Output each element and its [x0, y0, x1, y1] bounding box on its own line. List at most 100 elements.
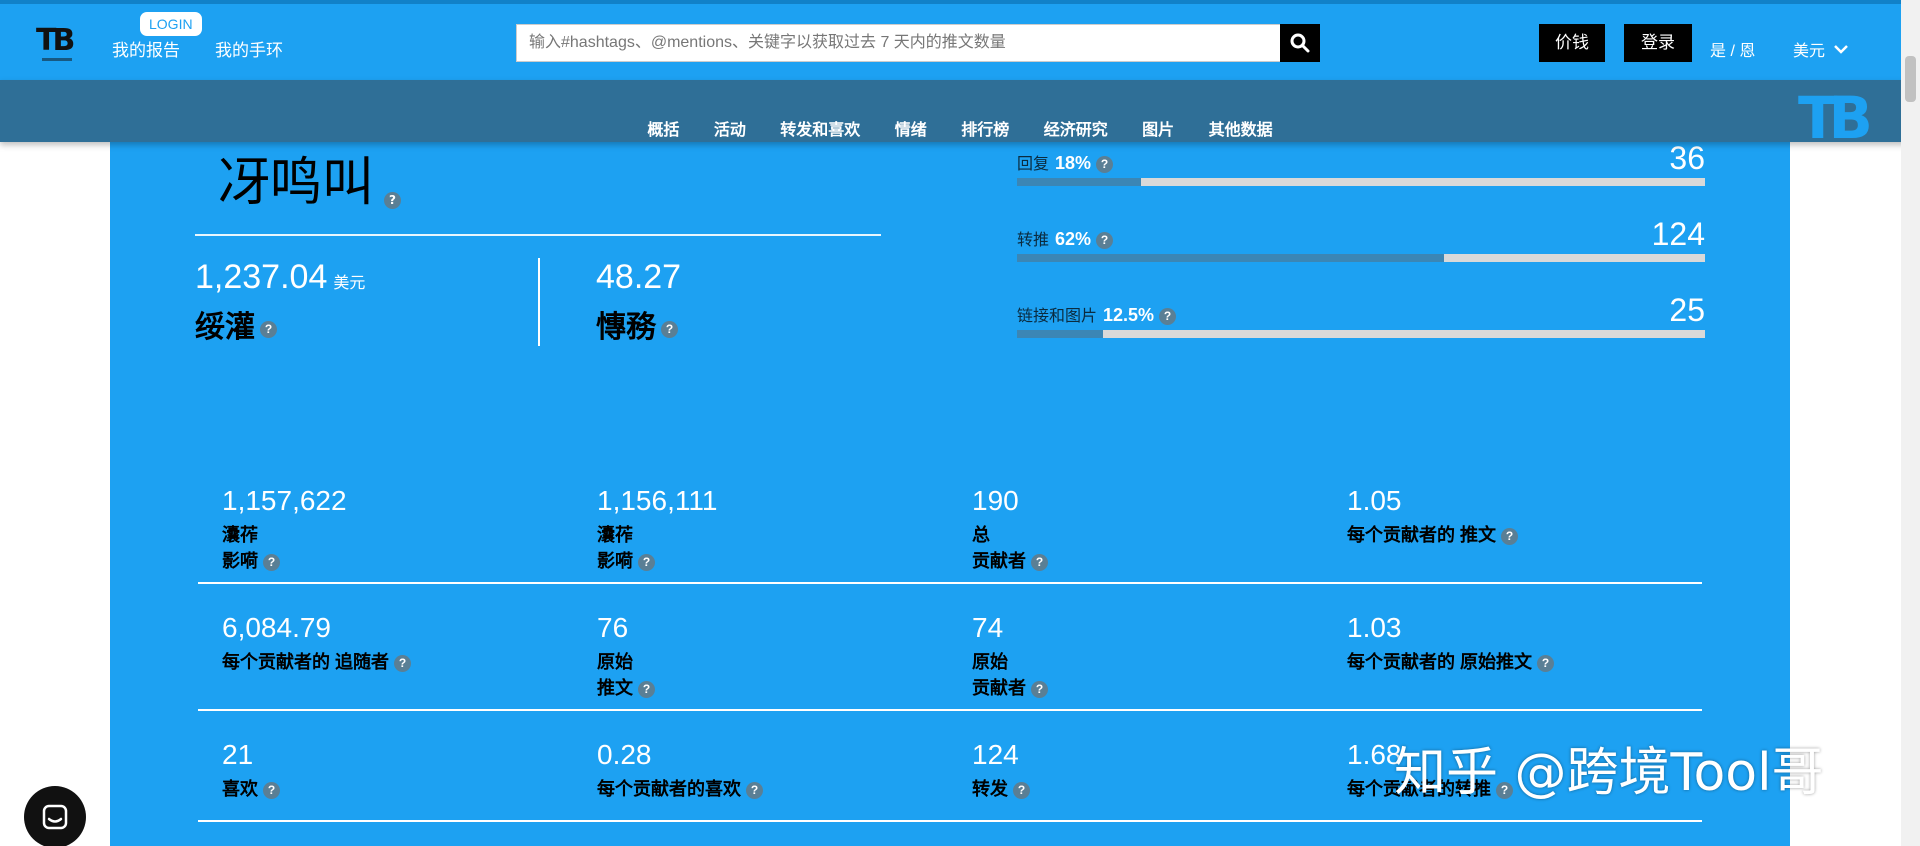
- stat-label: 灢莋 影嗬?: [222, 521, 598, 573]
- stat-value: 124: [972, 739, 1019, 770]
- value-metric-2-label: 慱務?: [596, 302, 678, 346]
- summary-title-text: 冴鸣叫: [218, 153, 375, 213]
- stat-label-text: 灢莋 影嗬: [597, 525, 633, 571]
- stat-value: 74: [972, 612, 1004, 643]
- stat-label: 转发?: [972, 775, 1348, 801]
- vertical-divider: [538, 258, 540, 346]
- question-icon[interactable]: ?: [263, 553, 280, 571]
- watermark: 知乎 @跨境Tool哥: [1394, 743, 1824, 803]
- grid-divider: [198, 582, 1702, 584]
- nav-item-leaderboard[interactable]: 排行榜: [961, 116, 1009, 140]
- search-button[interactable]: [1280, 24, 1320, 62]
- nav-item-retweets-likes[interactable]: 转发和喜欢: [780, 116, 860, 140]
- progress-label: 回复 18%?: [1017, 150, 1114, 174]
- stat-value: 76: [597, 612, 629, 643]
- progress-bar: [1017, 254, 1705, 262]
- progress-label: 链接和图片 12.5%?: [1017, 302, 1177, 326]
- chat-button[interactable]: [24, 786, 86, 846]
- stat-cell: 21 喜欢?: [222, 739, 598, 801]
- stat-value: 190: [972, 485, 1019, 516]
- question-icon[interactable]: ?: [638, 553, 655, 571]
- stat-cell: 190 总 贡献者?: [972, 485, 1348, 573]
- chat-icon: [42, 804, 68, 830]
- stat-value: 1.05: [1347, 485, 1402, 516]
- login-badge[interactable]: LOGIN: [140, 12, 202, 36]
- stat-label: 原始 推文?: [597, 648, 973, 700]
- stat-cell: 124 转发?: [972, 739, 1348, 801]
- progress-bar: [1017, 178, 1705, 186]
- question-icon[interactable]: ?: [1537, 654, 1554, 672]
- currency-label: 美元: [1793, 43, 1826, 60]
- progress-bar: [1017, 330, 1705, 338]
- nav-item-economics[interactable]: 经济研究: [1044, 116, 1108, 140]
- question-icon[interactable]: ?: [263, 781, 280, 799]
- stat-label-text: 每个贡献者的喜欢: [597, 779, 741, 799]
- stat-value: 0.28: [597, 739, 652, 770]
- top-header: TB LOGIN 我的报告 我的手环 价钱 登录 是 / 恩 美元: [0, 0, 1920, 80]
- stat-value: 1,157,622: [222, 485, 347, 516]
- question-icon[interactable]: ?: [1013, 781, 1030, 799]
- value-metric-1: 1,237.04 美元: [195, 258, 365, 297]
- stat-cell: 1,156,111 灢莋 影嗬?: [597, 485, 973, 573]
- question-icon[interactable]: ?: [1501, 527, 1519, 545]
- question-icon[interactable]: ?: [260, 320, 277, 338]
- value-metric-1-unit: 美元: [333, 275, 366, 292]
- nav-item-images[interactable]: 图片: [1142, 116, 1174, 140]
- search-input[interactable]: [517, 25, 1277, 61]
- search-icon: [1290, 33, 1310, 53]
- stat-cell: 1.05 每个贡献者的 推文?: [1347, 485, 1723, 547]
- stat-label-text: 总 贡献者: [972, 525, 1026, 571]
- stat-label-text: 喜欢: [222, 779, 258, 799]
- question-icon[interactable]: ?: [661, 320, 678, 338]
- progress-count: 25: [1669, 292, 1705, 328]
- stat-value: 1,156,111: [597, 485, 718, 516]
- stat-label-text: 每个贡献者的 推文: [1347, 525, 1497, 545]
- stat-cell: 1,157,622 灢莋 影嗬?: [222, 485, 598, 573]
- stat-label: 每个贡献者的 推文?: [1347, 521, 1723, 547]
- section-nav: 概括 活动 转发和喜欢 情绪 排行榜 经济研究 图片 其他数据 TB: [0, 80, 1920, 147]
- stat-value: 1.03: [1347, 612, 1402, 643]
- question-icon[interactable]: ?: [746, 781, 763, 799]
- value-metric-1-label: 绥灌?: [195, 302, 277, 346]
- question-icon[interactable]: ?: [1096, 232, 1114, 250]
- value-metric-2: 48.27: [596, 258, 682, 296]
- currency-select[interactable]: 美元: [1793, 37, 1849, 61]
- value-metric-1-label-text: 绥灌: [195, 311, 255, 344]
- pricing-button[interactable]: 价钱: [1539, 24, 1605, 62]
- progress-label: 转推 62%?: [1017, 226, 1114, 250]
- nav-item-summary[interactable]: 概括: [647, 116, 679, 140]
- question-icon[interactable]: ?: [384, 192, 402, 209]
- stat-label: 喜欢?: [222, 775, 598, 801]
- progress-count: 36: [1669, 140, 1705, 176]
- my-reports-link[interactable]: 我的报告: [112, 36, 180, 61]
- summary-title: 冴鸣叫?: [218, 140, 402, 215]
- logo[interactable]: TB: [36, 24, 76, 64]
- stat-label-text: 每个贡献者的 原始推文: [1347, 652, 1532, 672]
- language-switch[interactable]: 是 / 恩: [1710, 37, 1755, 61]
- question-icon[interactable]: ?: [1031, 680, 1048, 698]
- grid-divider: [198, 820, 1702, 822]
- nav-item-other-data[interactable]: 其他数据: [1209, 116, 1273, 140]
- scrollbar-thumb[interactable]: [1905, 56, 1916, 102]
- question-icon[interactable]: ?: [1096, 156, 1114, 174]
- question-icon[interactable]: ?: [394, 654, 412, 672]
- stat-cell: 76 原始 推文?: [597, 612, 973, 700]
- nav-item-sentiment[interactable]: 情绪: [895, 116, 927, 140]
- nav-items: 概括 活动 转发和喜欢 情绪 排行榜 经济研究 图片 其他数据: [0, 116, 1920, 140]
- stat-label-text: 原始 贡献者: [972, 652, 1026, 698]
- signin-button[interactable]: 登录: [1624, 24, 1692, 62]
- question-icon[interactable]: ?: [1031, 553, 1048, 571]
- stat-label-text: 转发: [972, 779, 1008, 799]
- stat-label: 总 贡献者?: [972, 521, 1348, 573]
- search-box: [516, 24, 1320, 62]
- stat-label: 每个贡献者的喜欢?: [597, 775, 973, 801]
- nav-item-activity[interactable]: 活动: [714, 116, 746, 140]
- my-tracker-link[interactable]: 我的手环: [215, 36, 283, 61]
- stat-label: 原始 贡献者?: [972, 648, 1348, 700]
- question-icon[interactable]: ?: [1159, 308, 1177, 326]
- question-icon[interactable]: ?: [638, 680, 655, 698]
- divider: [195, 234, 881, 236]
- progress-count: 124: [1651, 216, 1705, 252]
- scrollbar[interactable]: [1901, 0, 1920, 846]
- stat-cell: 1.03 每个贡献者的 原始推文?: [1347, 612, 1723, 674]
